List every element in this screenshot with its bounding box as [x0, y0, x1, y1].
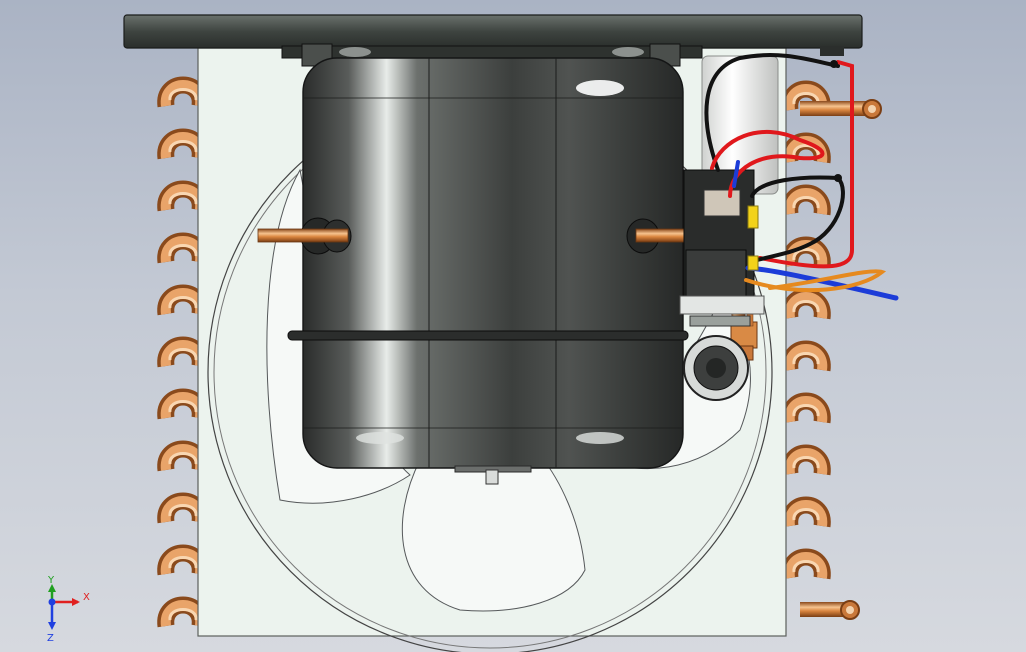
- yellow-connector: [747, 255, 759, 271]
- z-axis-label: Z: [47, 633, 54, 644]
- compressor-base-tab: [485, 469, 499, 485]
- wire-terminal: [830, 60, 838, 68]
- right-condenser-coil[interactable]: [781, 80, 882, 620]
- wire-terminal: [834, 174, 842, 182]
- y-axis-label: Y: [47, 575, 55, 586]
- terminal-cover: [679, 295, 765, 315]
- mount-bolt: [612, 47, 644, 57]
- relay-terminal-block: [703, 189, 741, 217]
- coordinate-triad: X Y Z: [47, 575, 90, 644]
- x-axis-label: X: [83, 592, 90, 603]
- overload-protector[interactable]: [683, 335, 749, 401]
- mount-bolt: [339, 47, 371, 57]
- cad-viewport[interactable]: X Y Z: [0, 0, 1026, 652]
- yellow-connector: [747, 205, 759, 229]
- coil-outlet-top-tube: [800, 101, 870, 116]
- left-condenser-coil[interactable]: [157, 76, 209, 628]
- compressor[interactable]: [287, 57, 689, 485]
- compressor-seam: [287, 330, 689, 341]
- terminal-clip: [820, 46, 844, 56]
